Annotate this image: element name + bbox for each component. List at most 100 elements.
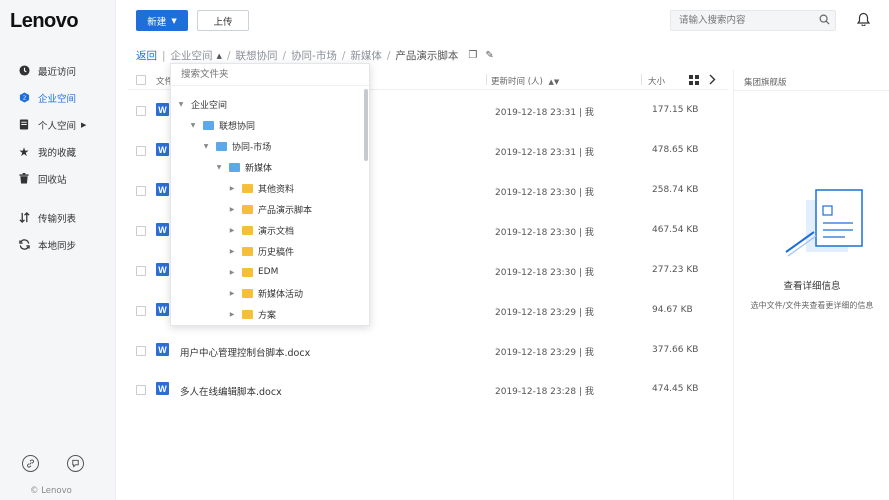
breadcrumb-separator: /: [226, 49, 231, 62]
folder-icon: [242, 225, 253, 235]
row-checkbox[interactable]: [136, 186, 146, 196]
caret-right-icon[interactable]: ▶: [228, 248, 236, 255]
breadcrumb-separator: /: [386, 49, 391, 62]
link-icon[interactable]: [22, 455, 39, 472]
caret-down-icon[interactable]: ▼: [177, 101, 185, 108]
sidebar-item-transfer[interactable]: 传输列表: [0, 204, 116, 231]
tree-item-other[interactable]: ▶ 其他资料: [228, 178, 294, 198]
upload-button[interactable]: 上传: [197, 10, 249, 31]
new-button[interactable]: 新建 ▼: [136, 10, 188, 31]
caret-down-icon[interactable]: ▼: [215, 164, 223, 171]
file-size: 177.15 KB: [652, 105, 699, 115]
row-checkbox[interactable]: [136, 385, 146, 395]
sidebar-item-recent[interactable]: 最近访问: [0, 57, 116, 84]
sync-icon: [18, 239, 30, 251]
tree-item-label: 其他资料: [258, 184, 295, 195]
tree-item-label: 新媒体: [245, 163, 273, 174]
caret-right-icon[interactable]: ▶: [228, 227, 236, 234]
trash-icon: [18, 173, 30, 185]
file-size: 474.45 KB: [652, 384, 699, 394]
breadcrumb-separator: |: [162, 49, 166, 62]
sidebar-item-personal[interactable]: 个人空间 ▶: [0, 111, 116, 138]
caret-down-icon[interactable]: ▼: [189, 122, 197, 129]
folder-search-input[interactable]: [171, 64, 369, 86]
sidebar-nav: 最近访问 2 企业空间 个人空间 ▶ ★ 我的收藏 回收站 传输列表 本地同步: [0, 57, 116, 258]
tree-item-demo-script[interactable]: ▶ 产品演示脚本: [228, 199, 312, 219]
sidebar-item-label: 最近访问: [38, 66, 77, 78]
edit-icon[interactable]: ✎: [485, 50, 493, 61]
column-size[interactable]: 大小: [648, 75, 665, 87]
column-time[interactable]: 更新时间 (人) ▲▼: [491, 75, 559, 87]
tree-item-lenovo[interactable]: ▼ 联想协同: [189, 115, 255, 135]
row-checkbox[interactable]: [136, 146, 146, 156]
row-checkbox[interactable]: [136, 226, 146, 236]
file-size: 478.65 KB: [652, 145, 699, 155]
folder-icon: [242, 204, 253, 214]
folder-icon: [242, 288, 253, 298]
file-time: 2019-12-18 23:31 | 我: [495, 108, 594, 118]
breadcrumb-item-enterprise[interactable]: 企业空间: [171, 48, 213, 63]
caret-right-icon[interactable]: ▶: [228, 311, 236, 318]
copyright: © Lenovo: [30, 486, 72, 496]
search-input[interactable]: [670, 10, 836, 31]
sidebar-item-label: 个人空间: [38, 120, 77, 132]
row-checkbox[interactable]: [136, 266, 146, 276]
panel-info-subtitle: 选中文件/文件夹查看更详细的信息: [750, 301, 874, 310]
table-row[interactable]: W 多人在线编辑脚本.docx 2019-12-18 23:28 | 我 474…: [128, 370, 728, 410]
caret-right-icon[interactable]: ▶: [228, 269, 236, 276]
tree-item-enterprise[interactable]: ▼ 企业空间: [177, 94, 227, 114]
tree-item-edm[interactable]: ▶ EDM: [228, 262, 279, 282]
sidebar-item-label: 本地同步: [38, 240, 77, 252]
row-checkbox[interactable]: [136, 106, 146, 116]
grid-view-icon[interactable]: [689, 75, 699, 88]
caret-down-icon: ▼: [171, 16, 177, 25]
sidebar-item-sync[interactable]: 本地同步: [0, 231, 116, 258]
back-link[interactable]: 返回: [136, 48, 157, 63]
caret-down-icon[interactable]: ▼: [202, 143, 210, 150]
sidebar-item-label: 传输列表: [38, 213, 77, 225]
detail-panel: 集团旗舰版 查看详细信息 选中文件/文件夹查看更详细的信息: [733, 70, 889, 500]
breadcrumb-item-media[interactable]: 新媒体: [350, 48, 382, 63]
tree-item-media-events[interactable]: ▶ 新媒体活动: [228, 283, 303, 303]
bell-icon[interactable]: [856, 12, 871, 29]
caret-right-icon: ▶: [81, 120, 87, 129]
panel-title: 集团旗舰版: [744, 78, 787, 88]
copy-path-icon[interactable]: ❐: [468, 50, 477, 61]
caret-up-icon[interactable]: ▲: [217, 52, 222, 60]
table-row[interactable]: W 用户中心管理控制台脚本.docx 2019-12-18 23:29 | 我 …: [128, 331, 728, 371]
sidebar-item-label: 我的收藏: [38, 147, 77, 159]
tree-item-market[interactable]: ▼ 协同-市场: [202, 136, 271, 156]
tree-item-label: 历史稿件: [258, 247, 295, 258]
personal-icon: [18, 119, 30, 131]
tree-item-demo-docs[interactable]: ▶ 演示文档: [228, 220, 294, 240]
tree-item-history[interactable]: ▶ 历史稿件: [228, 241, 294, 261]
breadcrumb-item-current: 产品演示脚本: [395, 50, 459, 62]
folder-icon: [216, 141, 227, 151]
tree-item-label: 企业空间: [191, 100, 228, 111]
breadcrumb-item-market[interactable]: 协同-市场: [291, 48, 337, 63]
breadcrumb: 返回 | 企业空间 ▲ / 联想协同 / 协同-市场 / 新媒体 / 产品演示脚…: [136, 48, 494, 63]
sidebar-bottom-tools: [22, 455, 84, 472]
chevron-right-icon[interactable]: [709, 74, 716, 88]
word-file-icon: W: [156, 143, 169, 156]
tree-item-label: 新媒体活动: [258, 289, 304, 300]
tree-item-label: 联想协同: [219, 121, 256, 132]
sidebar-item-trash[interactable]: 回收站: [0, 165, 116, 192]
select-all-checkbox[interactable]: [136, 75, 146, 85]
column-divider: [641, 74, 642, 85]
tree-item-media[interactable]: ▼ 新媒体: [215, 157, 272, 177]
tree-item-plans[interactable]: ▶ 方案: [228, 304, 276, 324]
breadcrumb-item-lenovo[interactable]: 联想协同: [235, 48, 277, 63]
sidebar-item-enterprise[interactable]: 2 企业空间: [0, 84, 116, 111]
feedback-icon[interactable]: [67, 455, 84, 472]
caret-right-icon[interactable]: ▶: [228, 206, 236, 213]
file-name[interactable]: 用户中心管理控制台脚本.docx: [180, 345, 310, 359]
sidebar-item-favorites[interactable]: ★ 我的收藏: [0, 138, 116, 165]
row-checkbox[interactable]: [136, 346, 146, 356]
search-icon[interactable]: [819, 14, 830, 28]
caret-right-icon[interactable]: ▶: [228, 185, 236, 192]
caret-right-icon[interactable]: ▶: [228, 290, 236, 297]
file-name[interactable]: 多人在线编辑脚本.docx: [180, 384, 282, 398]
row-checkbox[interactable]: [136, 306, 146, 316]
dropdown-scrollbar[interactable]: [364, 89, 368, 161]
